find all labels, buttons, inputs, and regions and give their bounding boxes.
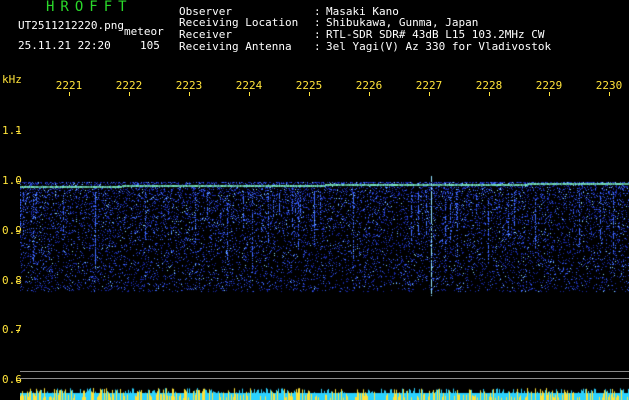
meteor-count-label: 105 [140, 39, 160, 52]
time-tick-label: 2229 [535, 79, 563, 92]
datetime-label: 25.11.21 22:20 [18, 39, 111, 52]
time-tick-label: 2221 [55, 79, 83, 92]
app-brand-title: HROFFT [46, 0, 133, 15]
antenna-field-value: 3el Yagi(V) Az 330 for Vladivostok [326, 40, 552, 53]
time-tick-label: 2227 [415, 79, 443, 92]
time-tick-label: 2222 [115, 79, 143, 92]
event-tag-label: meteor [124, 25, 164, 38]
frequency-unit-label: kHz [2, 73, 22, 86]
time-tick-label: 2230 [595, 79, 623, 92]
time-tick-label: 2225 [295, 79, 323, 92]
spectrogram-waterfall [20, 96, 629, 400]
divider-line [20, 378, 629, 379]
frequency-axis: kHz 1.1 1.0 0.9 0.8 0.7 0.6 [0, 0, 22, 400]
divider-line [20, 371, 629, 372]
time-axis: 2221 2222 2223 2224 2225 2226 2227 2228 … [0, 80, 629, 94]
noise-level-bar [20, 384, 629, 400]
time-tick-label: 2223 [175, 79, 203, 92]
time-tick-label: 2226 [355, 79, 383, 92]
time-tick-label: 2224 [235, 79, 263, 92]
antenna-field-label: Receiving Antenna [179, 40, 292, 53]
antenna-field-sep: : [314, 40, 321, 53]
filename-label: UT2511212220.png [18, 19, 124, 32]
time-tick-label: 2228 [475, 79, 503, 92]
